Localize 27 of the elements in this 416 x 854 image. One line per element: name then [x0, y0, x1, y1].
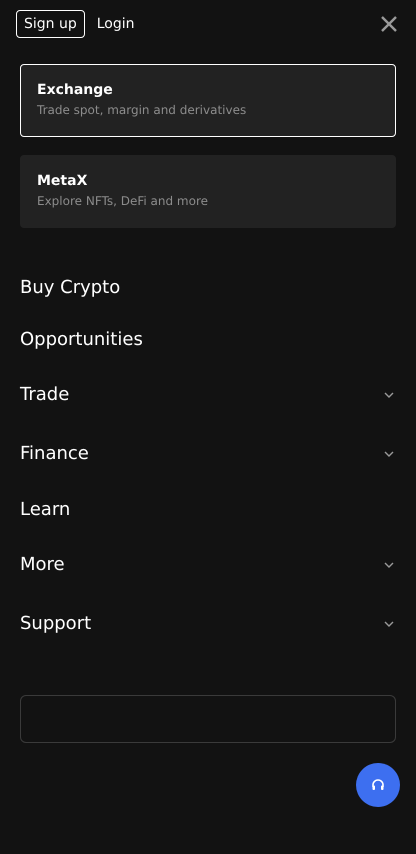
close-icon[interactable] [380, 15, 398, 33]
chevron-down-icon [384, 450, 394, 456]
login-link[interactable]: Login [96, 12, 135, 36]
menu-label: More [20, 554, 65, 575]
support-button[interactable] [356, 763, 400, 807]
input-field[interactable] [20, 695, 396, 743]
menu-label: Finance [20, 443, 89, 464]
menu-label: Support [20, 613, 92, 634]
product-card[interactable]: MetaX Explore NFTs, DeFi and more [20, 155, 396, 228]
headset-icon [371, 778, 385, 792]
product-title: MetaX [37, 173, 88, 189]
menu-item[interactable]: Learn [20, 483, 396, 535]
product-title: Exchange [37, 82, 114, 98]
chevron-down-icon [384, 392, 394, 398]
menu-item[interactable]: Opportunities [20, 313, 396, 365]
sign-up-button[interactable]: Sign up [16, 10, 85, 38]
chevron-down-icon [384, 620, 394, 626]
menu-item[interactable]: Buy Crypto [20, 261, 396, 313]
product-description: Trade spot, margin and derivatives [37, 103, 248, 117]
product-description: Explore NFTs, DeFi and more [37, 194, 210, 208]
menu-item[interactable]: Trade [20, 365, 396, 424]
menu-item[interactable]: More [20, 535, 396, 594]
menu-label: Trade [20, 384, 70, 405]
menu-item[interactable]: Finance [20, 424, 396, 483]
product-card[interactable]: Exchange Trade spot, margin and derivatives [20, 64, 396, 137]
menu-item[interactable]: Support [20, 594, 396, 653]
chevron-down-icon [384, 562, 394, 568]
